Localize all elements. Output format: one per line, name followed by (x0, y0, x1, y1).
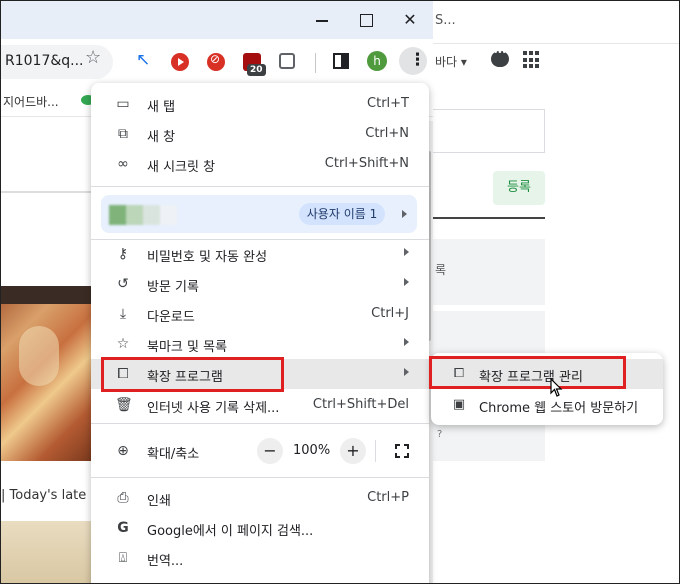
menu-item-downloads[interactable]: ⤓ 다운로드 Ctrl+J (91, 299, 429, 329)
page-artwork-image[interactable] (1, 286, 91, 461)
play-extension-icon[interactable] (171, 53, 189, 71)
background-panel: 록 ? (433, 239, 545, 461)
mouse-cursor-icon (550, 378, 563, 397)
highlight-box-manage (429, 356, 626, 389)
screenshot-frame: S... 바다 ▾ 등록 록 ? ✕ R1017&q... ☆ (0, 0, 680, 584)
title-bar: ✕ (1, 1, 433, 39)
menu-item-google-search[interactable]: G Google에서 이 페이지 검색... (91, 513, 429, 543)
zoom-in-button[interactable]: + (340, 438, 366, 464)
block-extension-icon[interactable] (207, 52, 225, 71)
menu-item-new-incognito[interactable]: ∞ 새 시크릿 창 Ctrl+Shift+N (91, 149, 429, 179)
download-icon: ⤓ (119, 306, 127, 322)
fullscreen-icon[interactable] (395, 444, 409, 458)
print-icon: ⎙ (117, 490, 129, 506)
chevron-right-icon (404, 368, 409, 376)
background-question-mark: ? (437, 429, 443, 440)
menu-item-new-window[interactable]: ⧉ 새 창 Ctrl+N (91, 119, 429, 149)
zoom-value: 100% (293, 443, 331, 458)
bookmark-star-icon[interactable]: ☆ (85, 47, 101, 68)
highlight-box-extensions (101, 357, 284, 392)
trash-icon: 🗑 (115, 397, 133, 413)
submenu-item-web-store[interactable]: ▣ Chrome 웹 스토어 방문하기 (431, 390, 663, 420)
chrome-menu: ▭ 새 탭 Ctrl+T ⧉ 새 창 Ctrl+N ∞ 새 시크릿 창 Ctrl… (91, 83, 429, 583)
profile-blurred-image (109, 205, 177, 225)
extension-badge: 20 (247, 64, 266, 76)
menu-item-translate[interactable]: ⍍ 번역... (91, 543, 429, 573)
menu-item-print[interactable]: ⎙ 인쇄 Ctrl+P (91, 483, 429, 513)
menu-item-clear-history[interactable]: 🗑 인터넷 사용 기록 삭제... Ctrl+Shift+Del (91, 390, 429, 420)
background-tab-title[interactable]: S... (435, 13, 456, 28)
chevron-right-icon (402, 210, 407, 218)
maximize-button[interactable] (355, 9, 377, 31)
chevron-right-icon (404, 338, 409, 346)
background-divider (433, 43, 679, 44)
profile-avatar[interactable]: h (367, 51, 387, 71)
profile-name-chip[interactable]: 사용자 이름 1 (299, 203, 385, 225)
register-button[interactable]: 등록 (493, 171, 545, 205)
menu-item-history[interactable]: ↺ 방문 기록 (91, 269, 429, 299)
incognito-icon: ∞ (117, 156, 129, 172)
close-window-button[interactable]: ✕ (399, 9, 421, 31)
background-window: S... 바다 ▾ 등록 록 ? (433, 1, 679, 583)
zoom-icon: ⊕ (117, 443, 129, 459)
menu-item-bookmarks[interactable]: ☆ 북마크 및 목록 (91, 329, 429, 359)
menu-item-new-tab[interactable]: ▭ 새 탭 Ctrl+T (91, 89, 429, 119)
history-icon: ↺ (117, 276, 129, 292)
menu-item-zoom: ⊕ 확대/축소 − 100% + (91, 436, 429, 466)
page-caption[interactable]: | Today's late (1, 488, 86, 503)
chat-icon[interactable] (491, 48, 509, 67)
google-icon: G (117, 520, 129, 536)
new-tab-icon: ▭ (116, 96, 130, 112)
translate-icon: ⍍ (118, 550, 128, 566)
new-window-icon: ⧉ (118, 126, 128, 142)
profile-row[interactable]: 사용자 이름 1 (101, 195, 417, 233)
chevron-right-icon (404, 278, 409, 286)
page-artwork-image-2[interactable] (1, 521, 91, 583)
menu-item-passwords[interactable]: ⚷ 비밀번호 및 자동 완성 (91, 239, 429, 269)
side-panel-icon[interactable] (333, 53, 349, 69)
web-store-icon: ▣ (452, 397, 466, 412)
background-side-text: 록 (435, 263, 447, 277)
background-input[interactable] (433, 109, 545, 153)
bookmark-item[interactable]: 지어드바... (3, 93, 59, 110)
background-toolbar-text[interactable]: 바다 ▾ (435, 53, 467, 70)
browser-toolbar: R1017&q... ☆ 20 h (1, 39, 433, 85)
cursor-extension-icon[interactable] (135, 50, 153, 71)
extensions-puzzle-icon[interactable] (279, 53, 295, 69)
bookmark-star-icon: ☆ (116, 336, 130, 352)
zoom-out-button[interactable]: − (257, 438, 283, 464)
background-underline (433, 217, 545, 219)
apps-grid-icon[interactable] (523, 51, 541, 69)
chrome-menu-button[interactable] (399, 47, 427, 75)
key-icon: ⚷ (117, 246, 129, 262)
minimize-button[interactable] (311, 9, 333, 31)
chevron-right-icon (404, 248, 409, 256)
